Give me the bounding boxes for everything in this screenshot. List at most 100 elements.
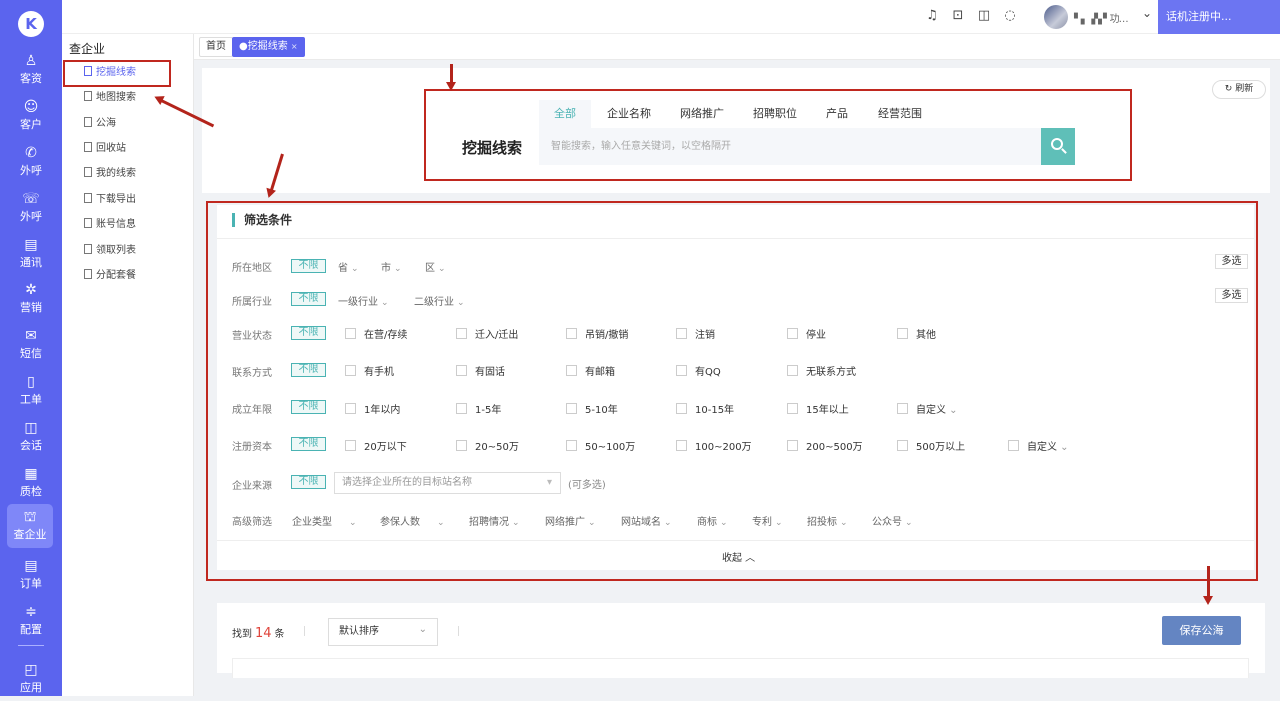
nav-label: 营销 xyxy=(20,301,42,314)
tab-dig-leads[interactable]: ●挖掘线索 × xyxy=(232,37,305,57)
page-tabs: 首页 ●挖掘线索 × xyxy=(194,34,1280,60)
count-value: 14 xyxy=(255,626,272,641)
chat-icon: ◫ xyxy=(24,420,38,436)
chevron-down-icon[interactable]: ⌄ xyxy=(1142,6,1152,20)
annotation-box-subnav xyxy=(63,60,171,87)
subnav-item-map-search[interactable]: 地图搜索 xyxy=(84,90,136,106)
app-icon: ◰ xyxy=(24,662,38,678)
document-icon xyxy=(84,117,92,127)
tab-home[interactable]: 首页 xyxy=(199,37,233,57)
tab-label: ●挖掘线索 xyxy=(239,41,288,52)
document-icon xyxy=(84,193,92,203)
avatar[interactable] xyxy=(1044,5,1068,29)
book-icon[interactable]: ◫ xyxy=(976,8,992,24)
subnav-label: 领取列表 xyxy=(96,245,136,256)
nav-label: 客资 xyxy=(20,72,42,85)
divider xyxy=(458,626,459,636)
subnav-item-claim-list[interactable]: 领取列表 xyxy=(84,243,136,259)
nav-label: 客户 xyxy=(20,118,42,131)
subnav-item-recycle-bin[interactable]: 回收站 xyxy=(84,141,126,157)
sliders-icon: ≑ xyxy=(25,604,37,620)
nav-item-sessions[interactable]: ◫ 会话 xyxy=(0,415,62,459)
document-icon xyxy=(84,91,92,101)
nav-label: 会话 xyxy=(20,439,42,452)
nav-label: 质检 xyxy=(20,485,42,498)
subnav-label: 下载导出 xyxy=(96,194,136,205)
nav-item-contacts[interactable]: ▤ 通讯 xyxy=(0,232,62,276)
users-icon: ♙ xyxy=(24,53,38,69)
nav-item-outbound-call[interactable]: ✆ 外呼 xyxy=(0,140,62,184)
subnav-label: 回收站 xyxy=(96,143,126,154)
secondary-sidebar: 查企业 挖掘线索 地图搜索 公海 回收站 我的线索 下载导出 账号信息 领取列表… xyxy=(62,34,194,696)
nav-label: 订单 xyxy=(20,577,42,590)
subnav-item-my-leads[interactable]: 我的线索 xyxy=(84,166,136,182)
nav-label: 配置 xyxy=(20,623,42,636)
result-count: 找到 14 条 xyxy=(232,625,285,641)
nav-item-quality-check[interactable]: ▦ 质检 xyxy=(0,461,62,505)
phone-forward-icon: ☏ xyxy=(22,191,40,207)
nav-label: 查企业 xyxy=(13,528,47,541)
results-table xyxy=(232,658,1249,678)
nav-item-customer-leads[interactable]: ♙ 客资 xyxy=(0,48,62,92)
subnav-item-allocate-package[interactable]: 分配套餐 xyxy=(84,268,136,284)
message-icon: ✉ xyxy=(25,328,37,344)
building-icon: ⛫ xyxy=(23,509,37,525)
nav-label: 外呼 xyxy=(20,210,42,223)
nav-item-marketing[interactable]: ✲ 营销 xyxy=(0,277,62,321)
subnav-label: 地图搜索 xyxy=(96,92,136,103)
nav-divider xyxy=(18,645,44,646)
document-icon xyxy=(84,269,92,279)
subnav-item-download-export[interactable]: 下载导出 xyxy=(84,192,136,208)
nav-item-settings[interactable]: ≑ 配置 xyxy=(0,599,62,643)
document-icon xyxy=(84,167,92,177)
document-icon xyxy=(84,218,92,228)
refresh-button[interactable]: ↻ 刷新 xyxy=(1212,80,1266,99)
headset-icon[interactable]: ♫ xyxy=(924,8,940,24)
monitor-icon[interactable]: ⊡ xyxy=(950,8,966,24)
nav-item-tickets[interactable]: ▯ 工单 xyxy=(0,369,62,413)
nav-item-orders[interactable]: ▤ 订单 xyxy=(0,553,62,597)
refresh-icon: ↻ xyxy=(1224,84,1233,94)
annotation-box-filter xyxy=(206,201,1258,581)
close-icon[interactable]: × xyxy=(291,42,298,51)
annotation-arrow-search xyxy=(446,64,456,91)
clipboard-icon: ▯ xyxy=(27,374,35,390)
save-to-public-pool-button[interactable]: 保存公海 xyxy=(1162,616,1241,645)
document-icon xyxy=(84,244,92,254)
phone-out-icon: ✆ xyxy=(25,145,37,161)
nav-item-outbound-call-2[interactable]: ☏ 外呼 xyxy=(0,186,62,230)
order-icon: ▤ xyxy=(24,558,38,574)
subnav-item-account-info[interactable]: 账号信息 xyxy=(84,217,136,233)
primary-sidebar: K ♙ 客资 ☺ 客户 ✆ 外呼 ☏ 外呼 ▤ 通讯 ✲ 营销 ✉ 短信 ▯ 工… xyxy=(0,0,62,696)
annotation-arrow-save xyxy=(1203,566,1213,605)
nav-item-company-search[interactable]: ⛫ 查企业 xyxy=(7,504,53,548)
nav-label: 外呼 xyxy=(20,164,42,177)
subnav-label: 账号信息 xyxy=(96,219,136,230)
user-name[interactable]: ▘▖▗▚ ▘功… xyxy=(1074,10,1129,25)
top-bar: ♫ ⊡ ◫ ◌ ▘▖▗▚ ▘功… ⌄ 话机注册中... xyxy=(62,0,1280,34)
sort-dropdown[interactable]: 默认排序 xyxy=(328,617,438,646)
contacts-icon: ▤ xyxy=(24,237,38,253)
app-logo[interactable]: K xyxy=(18,11,44,37)
subnav-label: 公海 xyxy=(96,118,116,129)
subnav-label: 我的线索 xyxy=(96,168,136,179)
annotation-box-search xyxy=(424,89,1132,181)
inspect-icon: ▦ xyxy=(24,466,38,482)
nav-item-sms[interactable]: ✉ 短信 xyxy=(0,323,62,367)
subnav-label: 分配套餐 xyxy=(96,270,136,281)
refresh-label: 刷新 xyxy=(1235,84,1254,94)
divider xyxy=(304,626,305,636)
nav-item-apps[interactable]: ◰ 应用 xyxy=(0,657,62,701)
phone-registration-status[interactable]: 话机注册中... xyxy=(1158,0,1280,34)
found-prefix: 找到 xyxy=(232,629,252,640)
subnav-item-public-pool[interactable]: 公海 xyxy=(84,116,116,132)
nav-item-customers[interactable]: ☺ 客户 xyxy=(0,94,62,138)
subnav-title: 查企业 xyxy=(69,42,106,56)
found-suffix: 条 xyxy=(274,629,285,640)
nav-label: 应用 xyxy=(20,681,42,694)
document-icon xyxy=(84,142,92,152)
person-icon: ☺ xyxy=(23,99,39,115)
nav-label: 短信 xyxy=(20,347,42,360)
gear-icon: ✲ xyxy=(25,282,37,298)
chat-bubble-icon[interactable]: ◌ xyxy=(1002,8,1018,24)
